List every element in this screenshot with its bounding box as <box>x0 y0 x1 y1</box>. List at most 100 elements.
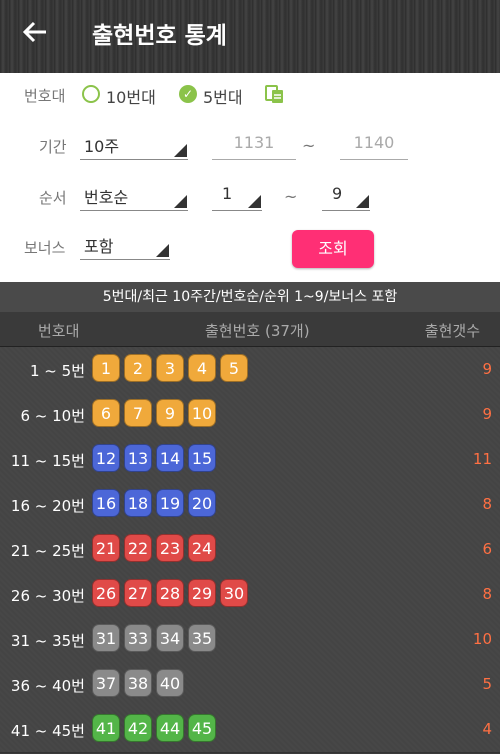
row-count: 9 <box>482 405 492 423</box>
table-row: 11 ~ 15번 12 13 14 15 11 <box>0 437 500 483</box>
number-balls: 37 38 40 <box>92 669 188 699</box>
row-range: 31 ~ 35번 <box>10 632 85 650</box>
number-ball: 34 <box>156 624 184 652</box>
band-label: 번호대 <box>24 87 66 105</box>
number-ball: 29 <box>188 579 216 607</box>
radio-10-band-label[interactable]: 10번대 <box>106 84 156 108</box>
number-ball: 14 <box>156 444 184 472</box>
radio-10-band[interactable] <box>82 85 100 103</box>
number-balls: 12 13 14 15 <box>92 444 220 474</box>
number-ball: 35 <box>188 624 216 652</box>
row-range: 21 ~ 25번 <box>10 542 85 560</box>
number-ball: 37 <box>92 669 120 697</box>
dropdown-triangle-icon <box>174 195 187 208</box>
app-bar: 출현번호 통계 <box>0 0 500 73</box>
number-ball: 41 <box>92 714 120 742</box>
row-count: 4 <box>482 720 492 738</box>
number-ball: 20 <box>188 489 216 517</box>
row-count: 10 <box>472 630 492 648</box>
table-row: 26 ~ 30번 26 27 28 29 30 8 <box>0 572 500 618</box>
row-count: 8 <box>482 585 492 603</box>
number-balls: 21 22 23 24 <box>92 534 220 564</box>
table-row: 41 ~ 45번 41 42 44 45 4 <box>0 707 500 753</box>
number-ball: 19 <box>156 489 184 517</box>
dropdown-triangle-icon <box>356 195 369 208</box>
number-ball: 26 <box>92 579 120 607</box>
row-range: 6 ~ 10번 <box>20 407 85 425</box>
number-ball: 33 <box>124 624 152 652</box>
summary-bar: 5번대/최근 10주간/번호순/순위 1~9/보너스 포함 <box>0 282 500 312</box>
table-row: 21 ~ 25번 21 22 23 24 6 <box>0 527 500 573</box>
bonus-label: 보너스 <box>24 239 66 257</box>
row-count: 9 <box>482 360 492 378</box>
number-balls: 31 33 34 35 <box>92 624 220 654</box>
row-range: 26 ~ 30번 <box>10 587 85 605</box>
number-ball: 7 <box>124 399 152 427</box>
tilde: ~ <box>302 136 316 155</box>
period-value: 10주 <box>84 137 120 156</box>
number-ball: 2 <box>124 354 152 382</box>
number-balls: 6 7 9 10 <box>92 399 220 429</box>
search-button[interactable]: 조회 <box>292 230 374 268</box>
table-header: 번호대 출현번호 (37개) 출현갯수 <box>0 312 500 347</box>
number-ball: 23 <box>156 534 184 562</box>
filter-panel: 번호대 10번대 ✓ 5번대 기간 10주 1131 ~ 1140 순서 번호순… <box>0 73 500 282</box>
table-row: 16 ~ 20번 16 18 19 20 8 <box>0 482 500 528</box>
dropdown-triangle-icon <box>156 244 169 257</box>
number-balls: 16 18 19 20 <box>92 489 220 519</box>
number-ball: 6 <box>92 399 120 427</box>
period-spinner[interactable]: 10주 <box>80 131 188 160</box>
order-value: 번호순 <box>84 188 129 207</box>
number-ball: 15 <box>188 444 216 472</box>
tilde: ~ <box>284 187 298 206</box>
row-range: 36 ~ 40번 <box>10 677 85 695</box>
row-range: 41 ~ 45번 <box>10 722 85 740</box>
table-row: 36 ~ 40번 37 38 40 5 <box>0 662 500 708</box>
rank-to-spinner[interactable]: 9 <box>322 182 370 211</box>
order-spinner[interactable]: 번호순 <box>80 182 188 211</box>
number-ball: 24 <box>188 534 216 562</box>
row-range: 16 ~ 20번 <box>10 497 85 515</box>
period-from-input[interactable]: 1131 <box>212 133 296 160</box>
header-count: 출현갯수 <box>424 322 480 340</box>
back-arrow-icon[interactable] <box>22 18 52 54</box>
header-band: 번호대 <box>38 322 80 340</box>
number-ball: 31 <box>92 624 120 652</box>
page-title: 출현번호 통계 <box>92 23 227 49</box>
number-ball: 40 <box>156 669 184 697</box>
period-to-input[interactable]: 1140 <box>340 133 408 160</box>
number-balls: 12345 <box>92 354 252 384</box>
rank-from-spinner[interactable]: 1 <box>212 182 262 211</box>
table-row: 1 ~ 5번 1 2 3 4 5 9 <box>0 347 500 393</box>
number-ball: 42 <box>124 714 152 742</box>
order-label: 순서 <box>39 189 67 207</box>
row-range: 1 ~ 5번 <box>30 362 85 380</box>
bonus-value: 포함 <box>84 237 114 256</box>
number-ball: 13 <box>124 444 152 472</box>
rank-to-value: 9 <box>332 184 343 203</box>
dropdown-triangle-icon <box>174 144 187 157</box>
number-ball: 5 <box>220 354 248 382</box>
number-ball: 44 <box>156 714 184 742</box>
number-ball: 45 <box>188 714 216 742</box>
number-ball: 28 <box>156 579 184 607</box>
row-count: 5 <box>482 675 492 693</box>
number-ball: 27 <box>124 579 152 607</box>
table-row: 6 ~ 10번 6 7 9 10 9 <box>0 392 500 438</box>
radio-5-band-label[interactable]: 5번대 <box>203 84 243 108</box>
number-ball: 1 <box>92 354 120 382</box>
number-balls: 41 42 44 45 <box>92 714 220 744</box>
bonus-spinner[interactable]: 포함 <box>80 231 170 260</box>
row-range: 11 ~ 15번 <box>10 452 85 470</box>
radio-5-band[interactable]: ✓ <box>179 85 197 103</box>
number-ball: 12 <box>92 444 120 472</box>
row-count: 11 <box>472 450 492 468</box>
number-ball: 30 <box>220 579 248 607</box>
number-ball: 9 <box>156 399 184 427</box>
copy-icon[interactable] <box>264 83 286 105</box>
period-label: 기간 <box>39 138 67 156</box>
number-ball: 16 <box>92 489 120 517</box>
header-numbers: 출현번호 (37개) <box>205 322 310 340</box>
number-ball: 21 <box>92 534 120 562</box>
table-row: 31 ~ 35번 31 33 34 35 10 <box>0 617 500 663</box>
